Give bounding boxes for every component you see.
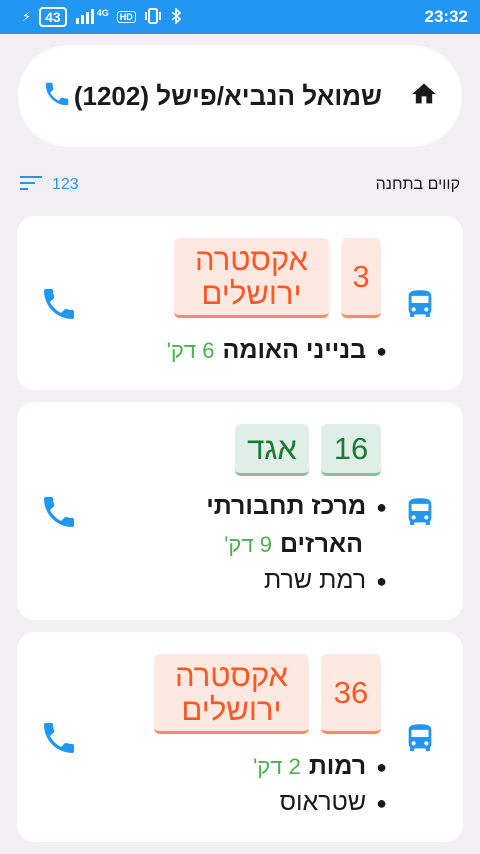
charging-icon: ⚡ (22, 9, 32, 24)
lines-title: קווים בתחנה (375, 176, 460, 193)
operator-badge: אגד (235, 424, 309, 476)
home-icon[interactable] (410, 80, 438, 113)
lines-count[interactable]: 123 (52, 176, 79, 194)
stop-name: שטראוס (279, 788, 367, 816)
stop-name: הארזים (279, 530, 363, 558)
list-item: ●שטראוס (279, 788, 387, 816)
bluetooth-icon (170, 6, 182, 27)
line-number-badge: 16 (321, 424, 381, 476)
phone-icon[interactable] (39, 492, 79, 532)
sort-control[interactable]: 123 (20, 175, 79, 196)
network-type: 4G (96, 8, 109, 18)
operator-badge: אקסטרה ירושלים (154, 654, 309, 734)
status-bar: ⚡ 43 4G HD 23:32 (0, 0, 480, 34)
station-header: שמואל הנביא/פישל (1202) (18, 45, 462, 147)
phone-icon[interactable] (39, 718, 79, 758)
list-item: ●מרכז תחבורתי (206, 492, 387, 520)
operator-name: אגד (247, 430, 297, 466)
stop-name: מרכז תחבורתי (206, 492, 367, 520)
list-item: ●רמות2 דק' (253, 752, 387, 780)
stop-name: רמות (308, 752, 367, 780)
list-item: ●בנייני האומה6 דק' (166, 336, 387, 364)
line-number-badge: 36 (321, 654, 381, 734)
signal-icon (75, 8, 97, 27)
operator-badge: אקסטרה ירושלים (174, 238, 329, 318)
status-left: ⚡ 43 4G HD (22, 6, 182, 27)
list-item: ●רמת שרת (263, 566, 387, 594)
hd-icon: HD (116, 11, 136, 23)
battery-level: 43 (39, 7, 67, 27)
phone-icon[interactable] (42, 79, 72, 114)
bus-icon (403, 492, 437, 530)
lines-header: 123 קווים בתחנה (20, 170, 460, 200)
bus-icon (403, 284, 437, 322)
line-number-badge: 3 (341, 238, 381, 318)
list-item: הארזים 9 דק' (224, 530, 363, 559)
line-number: 36 (333, 674, 369, 710)
line-card[interactable]: 16 אגד ●מרכז תחבורתי הארזים 9 דק' ●רמת שר… (17, 402, 463, 620)
stop-name: בנייני האומה (222, 336, 367, 364)
line-card[interactable]: 36 אקסטרה ירושלים ●רמות2 דק' ●שטראוס (17, 632, 463, 842)
clock: 23:32 (424, 7, 468, 26)
eta: 2 דק' (253, 754, 301, 779)
vibrate-icon (144, 7, 162, 27)
sort-icon[interactable] (20, 175, 42, 196)
phone-icon[interactable] (39, 284, 79, 324)
line-number: 16 (333, 430, 369, 466)
stop-name: רמת שרת (263, 566, 367, 594)
line-card[interactable]: 3 אקסטרה ירושלים ●בנייני האומה6 דק' (17, 216, 463, 390)
operator-name: אקסטרה ירושלים (195, 241, 308, 311)
bus-icon (403, 718, 437, 756)
operator-name: אקסטרה ירושלים (175, 657, 288, 727)
station-title: שמואל הנביא/פישל (1202) (73, 80, 382, 111)
line-number: 3 (352, 258, 370, 294)
eta: 6 דק' (166, 338, 215, 363)
eta: 9 דק' (224, 532, 272, 557)
